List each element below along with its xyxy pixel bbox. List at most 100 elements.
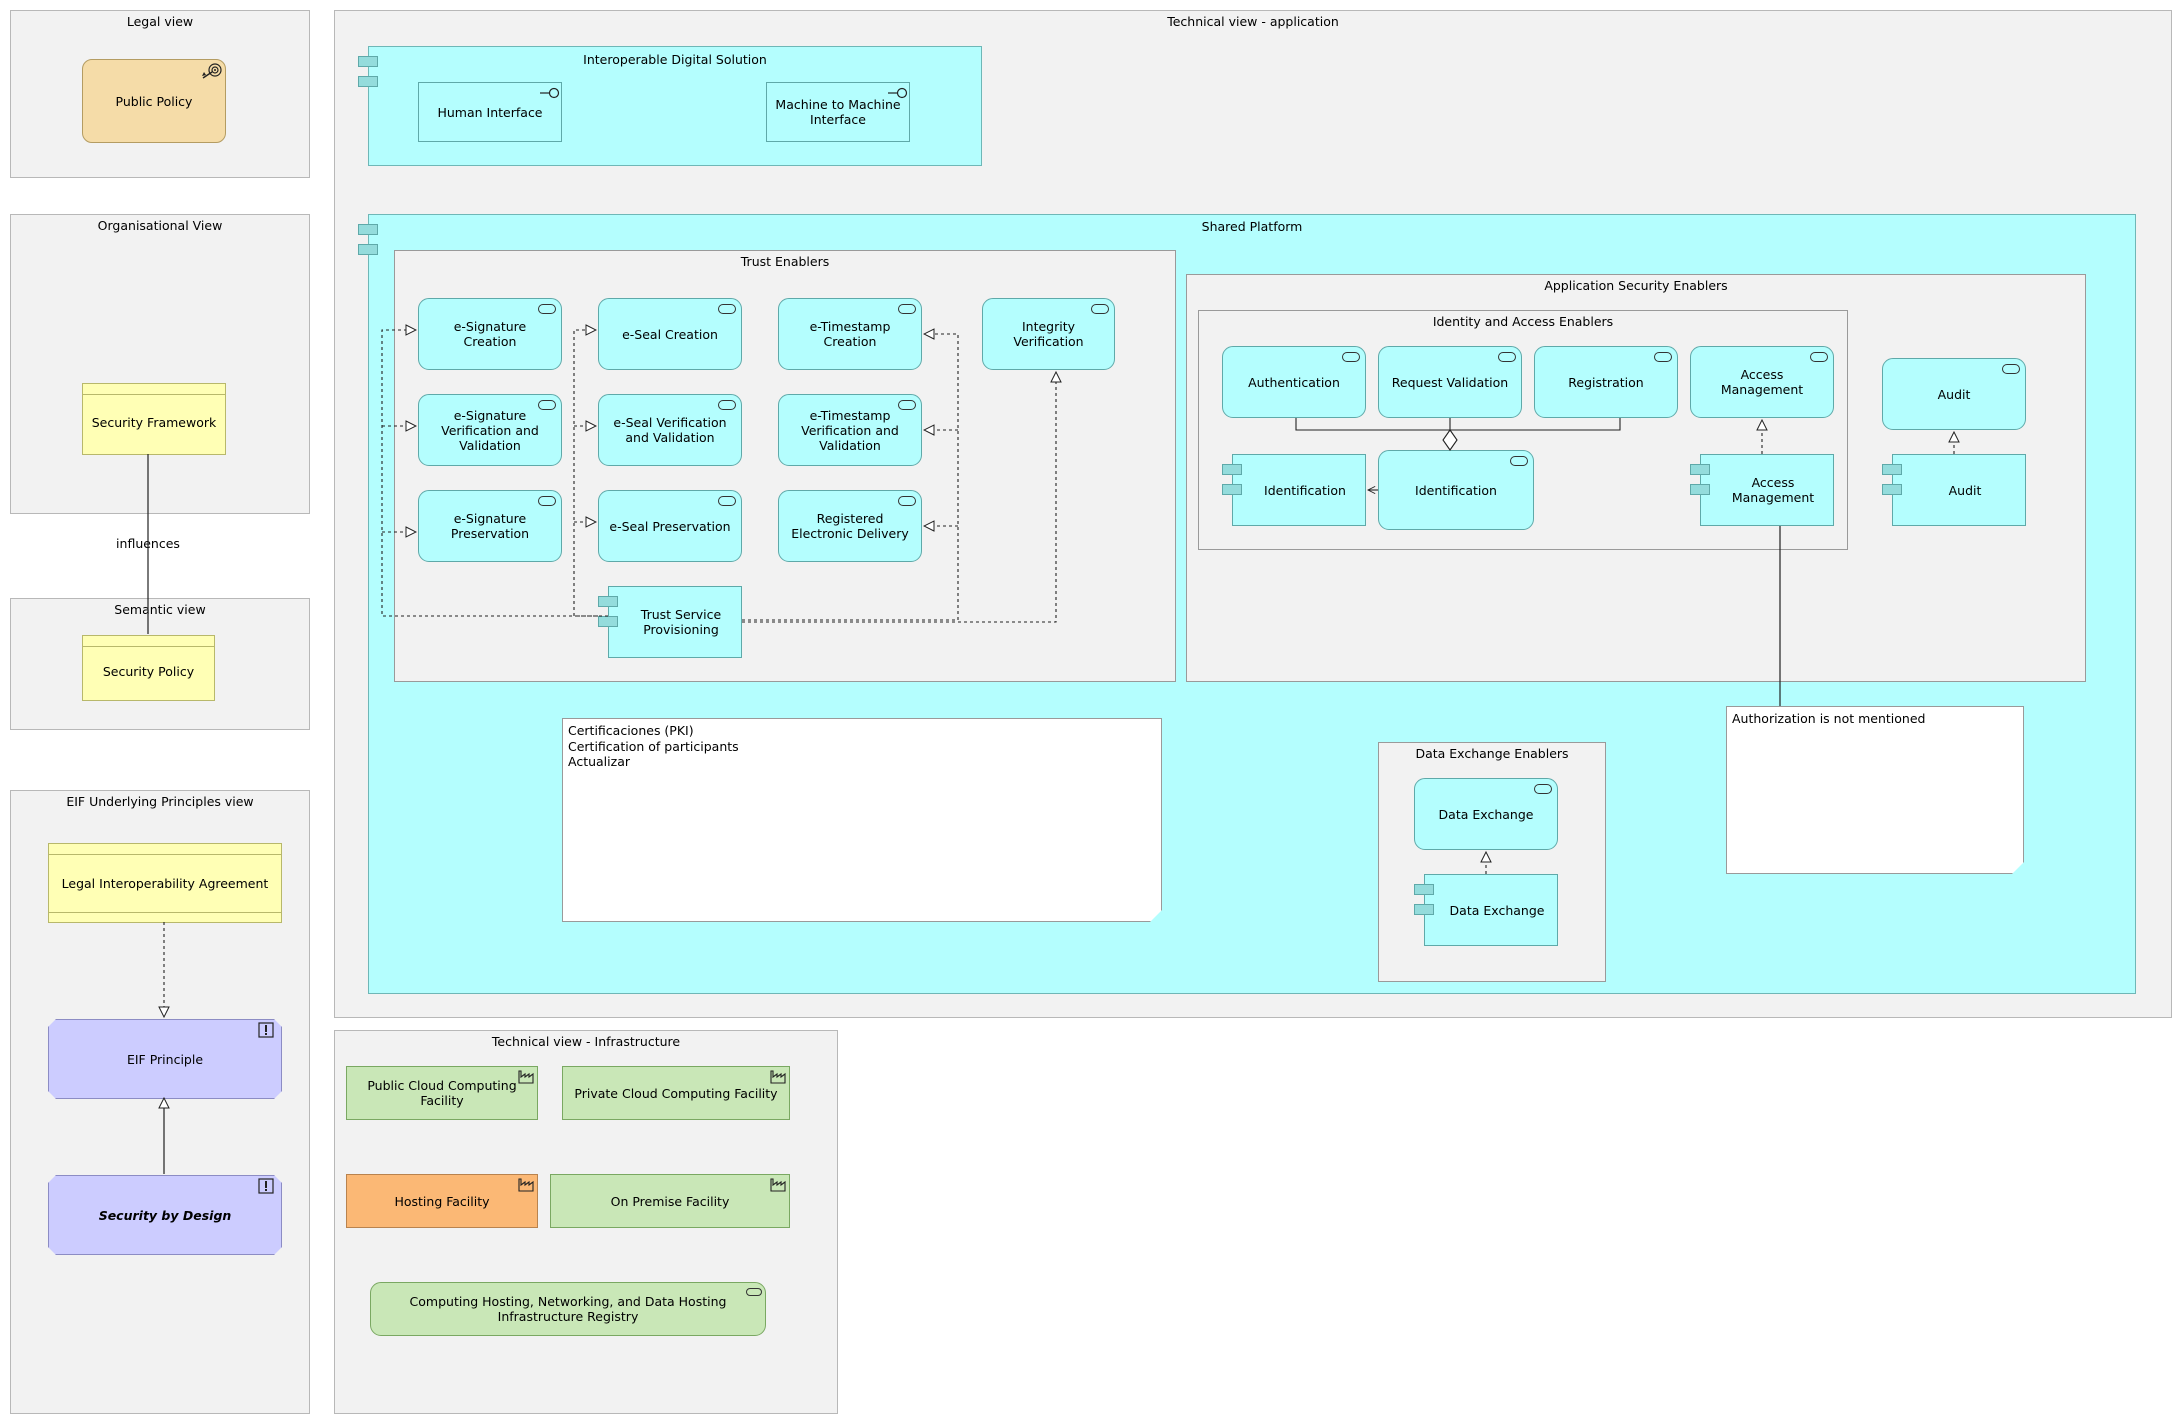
data-exchange-component[interactable]: Data Exchange	[1424, 874, 1558, 946]
authorization-note[interactable]: Authorization is not mentioned	[1726, 706, 2024, 874]
object-header-band	[83, 384, 225, 395]
infrastructure-registry-service[interactable]: Computing Hosting, Networking, and Data …	[370, 1282, 766, 1336]
private-cloud-facility[interactable]: Private Cloud Computing Facility	[562, 1066, 790, 1120]
facility-icon	[518, 1178, 534, 1192]
public-policy-driver[interactable]: Public Policy	[82, 59, 226, 143]
facility-label: Hosting Facility	[394, 1193, 490, 1209]
etimestamp-verification-service[interactable]: e-Timestamp Verification and Validation	[778, 394, 922, 466]
public-policy-label: Public Policy	[115, 93, 193, 109]
component-icon-tab	[1414, 904, 1434, 915]
component-icon-tab	[1414, 884, 1434, 895]
service-label: e-Seal Verification and Validation	[613, 415, 727, 445]
human-interface-label: Human Interface	[437, 104, 543, 120]
integrity-verification-service[interactable]: Integrity Verification	[982, 298, 1115, 370]
organisational-view-group[interactable]: Organisational View Security Framework	[10, 214, 310, 514]
group-title: Technical view - Infrastructure	[491, 1034, 681, 1049]
facility-icon	[518, 1070, 534, 1084]
audit-service[interactable]: Audit	[1882, 358, 2026, 430]
esignature-verification-service[interactable]: e-Signature Verification and Validation	[418, 394, 562, 466]
service-label: Computing Hosting, Networking, and Data …	[409, 1294, 727, 1324]
eif-principle[interactable]: EIF Principle	[48, 1019, 282, 1099]
hosting-facility[interactable]: Hosting Facility	[346, 1174, 538, 1228]
legal-agreement-label: Legal Interoperability Agreement	[61, 875, 269, 891]
registered-delivery-service[interactable]: Registered Electronic Delivery	[778, 490, 922, 562]
eseal-creation-service[interactable]: e-Seal Creation	[598, 298, 742, 370]
service-label: e-Timestamp Creation	[809, 319, 891, 349]
service-label: Audit	[1937, 386, 1971, 402]
esignature-creation-service[interactable]: e-Signature Creation	[418, 298, 562, 370]
ids-title: Interoperable Digital Solution	[583, 52, 767, 67]
audit-component[interactable]: Audit	[1892, 454, 2026, 526]
note-line: Actualizar	[568, 754, 630, 770]
on-premise-facility[interactable]: On Premise Facility	[550, 1174, 790, 1228]
registration-service[interactable]: Registration	[1534, 346, 1678, 418]
security-by-design-principle[interactable]: Security by Design	[48, 1175, 282, 1255]
facility-icon	[770, 1178, 786, 1192]
component-icon-tab	[1882, 484, 1902, 495]
component-icon-tab	[1690, 484, 1710, 495]
dee-title: Data Exchange Enablers	[1415, 746, 1569, 761]
note-line: Certificaciones (PKI)	[568, 723, 694, 738]
service-label: Registered Electronic Delivery	[791, 511, 909, 541]
legal-view-group[interactable]: Legal view Public Policy	[10, 10, 310, 178]
note-line: Certification of participants	[568, 738, 739, 754]
service-label: e-Seal Creation	[622, 326, 718, 342]
object-header-band	[49, 844, 281, 855]
component-label: Access Management	[1731, 475, 1815, 505]
eseal-verification-service[interactable]: e-Seal Verification and Validation	[598, 394, 742, 466]
public-cloud-facility[interactable]: Public Cloud Computing Facility	[346, 1066, 538, 1120]
interface-icon	[888, 87, 908, 99]
trust-service-provisioning-component[interactable]: Trust Service Provisioning	[608, 586, 742, 658]
facility-label: On Premise Facility	[610, 1193, 730, 1209]
service-label: Access Management	[1720, 367, 1804, 397]
facility-label: Private Cloud Computing Facility	[574, 1085, 778, 1101]
principle-icon	[258, 1178, 274, 1194]
identification-service[interactable]: Identification	[1378, 450, 1534, 530]
note-line: Authorization is not mentioned	[1732, 711, 1926, 726]
security-by-design-label: Security by Design	[98, 1207, 232, 1223]
request-validation-service[interactable]: Request Validation	[1378, 346, 1522, 418]
semantic-view-group[interactable]: Semantic view Security Policy	[10, 598, 310, 730]
esignature-preservation-service[interactable]: e-Signature Preservation	[418, 490, 562, 562]
security-framework-label: Security Framework	[91, 414, 217, 430]
service-label: Data Exchange	[1438, 806, 1534, 822]
component-icon-tab	[358, 56, 378, 67]
service-label: Identification	[1415, 482, 1497, 498]
service-label: Integrity Verification	[1013, 319, 1084, 349]
eif-principle-label: EIF Principle	[126, 1051, 204, 1067]
eif-principles-group[interactable]: EIF Underlying Principles view Legal Int…	[10, 790, 310, 1414]
pki-note[interactable]: Certificaciones (PKI) Certification of p…	[562, 718, 1162, 922]
component-icon-tab	[358, 244, 378, 255]
component-icon-tab	[598, 616, 618, 627]
authentication-service[interactable]: Authentication	[1222, 346, 1366, 418]
iam-title: Identity and Access Enablers	[1432, 314, 1614, 329]
interface-icon	[540, 87, 560, 99]
etimestamp-creation-service[interactable]: e-Timestamp Creation	[778, 298, 922, 370]
shared-platform-title: Shared Platform	[1201, 219, 1303, 234]
component-label: Data Exchange	[1449, 902, 1545, 918]
object-footer-band	[49, 912, 281, 922]
service-label: Request Validation	[1391, 374, 1509, 390]
service-label: Registration	[1568, 374, 1644, 390]
component-label: Trust Service Provisioning	[640, 607, 722, 637]
access-management-component[interactable]: Access Management	[1700, 454, 1834, 526]
eseal-preservation-service[interactable]: e-Seal Preservation	[598, 490, 742, 562]
security-framework-object[interactable]: Security Framework	[82, 383, 226, 455]
trust-enablers-title: Trust Enablers	[740, 254, 830, 269]
group-title: Legal view	[126, 14, 194, 29]
access-management-service[interactable]: Access Management	[1690, 346, 1834, 418]
object-header-band	[83, 636, 214, 647]
service-label: e-Signature Preservation	[450, 511, 530, 541]
driver-icon	[202, 63, 222, 79]
component-label: Audit	[1948, 482, 1982, 498]
ase-title: Application Security Enablers	[1544, 278, 1728, 293]
legal-agreement-object[interactable]: Legal Interoperability Agreement	[48, 843, 282, 923]
data-exchange-service[interactable]: Data Exchange	[1414, 778, 1558, 850]
identification-component[interactable]: Identification	[1232, 454, 1366, 526]
security-policy-object[interactable]: Security Policy	[82, 635, 215, 701]
group-title: Technical view - application	[1167, 14, 1339, 29]
security-policy-label: Security Policy	[102, 663, 195, 679]
facility-icon	[770, 1070, 786, 1084]
influences-relation-label: influences	[110, 536, 186, 551]
component-icon-tab	[1222, 464, 1242, 475]
